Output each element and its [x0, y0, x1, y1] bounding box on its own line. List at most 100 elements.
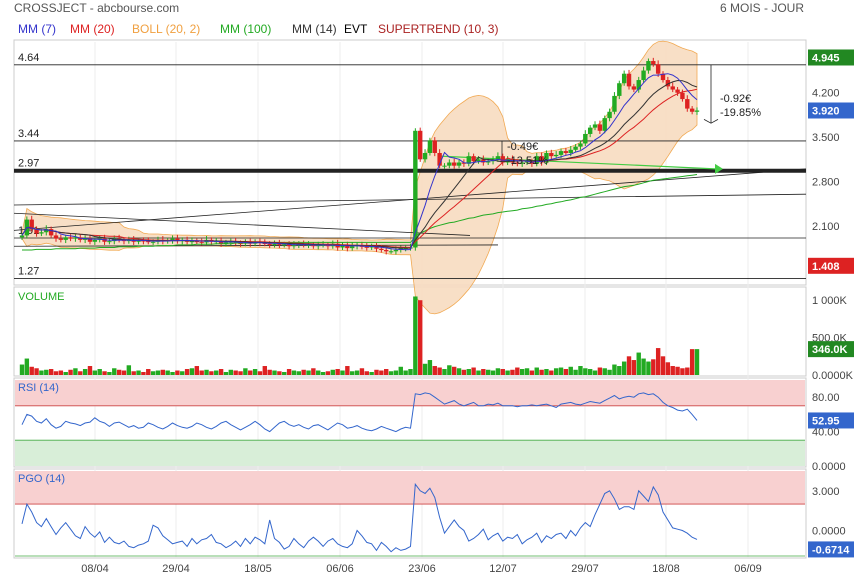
volume-bar [432, 366, 437, 375]
candle-body [549, 152, 554, 157]
volume-bar [228, 369, 234, 375]
volume-bar [393, 370, 399, 375]
volume-bar [621, 361, 627, 375]
candle-body [655, 64, 661, 74]
volume-bar [651, 359, 656, 375]
candle-body [680, 92, 685, 100]
candle-body [694, 110, 700, 112]
volume-bar [529, 370, 535, 375]
volume-bar [165, 370, 170, 375]
volume-bar [136, 370, 141, 375]
volume-bar [116, 369, 122, 375]
volume-tick-0: 1 000K [812, 295, 848, 307]
rsi-overbought-zone [15, 380, 805, 406]
recent-change-label: -0.92€ [720, 93, 751, 105]
volume-axis: 1 000K500.0K0.0000K346.0K [808, 295, 854, 382]
recent-change-pct: -19.85% [720, 107, 761, 119]
volume-bar [602, 368, 607, 375]
date-label-3: 06/06 [326, 563, 354, 575]
candle-body [92, 239, 98, 242]
volume-bar [466, 369, 471, 375]
volume-bar [340, 370, 345, 375]
volume-last-badge: 346.0K [812, 344, 848, 356]
max-price-badge: 4.945 [812, 52, 840, 64]
candle-body [456, 162, 462, 166]
volume-bar [587, 369, 593, 375]
volume-bar [398, 366, 403, 375]
volume-bar [78, 371, 83, 375]
candle-body [384, 250, 389, 252]
volume-bar [384, 369, 389, 375]
volume-bar [626, 356, 632, 375]
volume-bar [189, 368, 195, 375]
last-price-badge: 3.920 [812, 105, 840, 117]
volume-bar [413, 296, 418, 375]
volume-bar [553, 368, 559, 375]
candle-body [379, 248, 384, 251]
date-label-4: 23/06 [408, 563, 436, 575]
volume-bar [519, 369, 525, 375]
candle-body [68, 237, 73, 239]
volume-bar [403, 370, 408, 375]
pgo-overbought-zone [15, 471, 805, 505]
candle-body [558, 151, 564, 155]
volume-bar [364, 371, 369, 375]
candle-body [641, 70, 646, 81]
indicator-legend: MM (7) MM (20) BOLL (20, 2) MM (100) MM (14)… [18, 22, 498, 36]
level-label-2: 2.97 [18, 158, 39, 170]
candle-body [413, 130, 418, 248]
candle-body [432, 140, 437, 153]
volume-bar [510, 369, 515, 375]
pgo-tick-1: 0.0000 [812, 526, 846, 538]
volume-bar [218, 369, 224, 375]
volume-bar [680, 368, 685, 375]
candle-body [670, 86, 675, 90]
legend-item-2: BOLL (20, 2) [132, 22, 200, 36]
volume-bar [53, 371, 59, 375]
volume-bar [44, 369, 49, 375]
volume-bar [694, 349, 700, 375]
pgo-tick-0: 3.000 [812, 486, 840, 498]
candle-body [107, 241, 112, 243]
volume-bar [379, 370, 384, 375]
rsi-title: RSI (14) [18, 382, 59, 394]
volume-tick-2: 0.0000K [812, 370, 854, 382]
volume-bar [19, 364, 25, 375]
candle-body [451, 162, 457, 166]
price-tick-0: 4.200 [812, 88, 840, 100]
volume-bar [427, 360, 433, 375]
volume-bar [631, 360, 637, 375]
volume-bar [311, 368, 316, 375]
candle-body [393, 250, 399, 252]
volume-bar [82, 369, 88, 375]
candle-body [626, 73, 632, 87]
volume-bar [29, 366, 34, 375]
volume-bar [563, 369, 569, 375]
candle-body [267, 243, 272, 245]
volume-bar [447, 365, 452, 375]
volume-bar [282, 372, 287, 375]
volume-bar [515, 367, 520, 375]
date-label-0: 08/04 [81, 563, 109, 575]
volume-bar [437, 367, 442, 375]
stock-chart: CROSSJECT - abcbourse.com 6 MOIS - JOUR … [13, 1, 854, 575]
legend-item-3: MM (100) [220, 22, 271, 36]
volume-bar [39, 370, 44, 375]
candle-body [602, 118, 607, 131]
volume-bar [583, 368, 588, 375]
volume-bar [374, 369, 379, 375]
candle-body [685, 99, 690, 109]
volume-bar [257, 371, 263, 375]
candle-body [587, 127, 593, 134]
date-label-1: 29/04 [162, 563, 190, 575]
volume-bar [670, 366, 675, 375]
candle-body [573, 146, 578, 150]
candle-body [350, 246, 355, 249]
volume-bar [170, 372, 175, 375]
candle-body [689, 108, 695, 112]
legend-item-4: MM (14) [292, 22, 337, 36]
min-price-badge: 1.408 [812, 261, 840, 273]
volume-bar [558, 367, 564, 375]
volume-bar [301, 369, 306, 375]
candle-body [53, 235, 59, 239]
